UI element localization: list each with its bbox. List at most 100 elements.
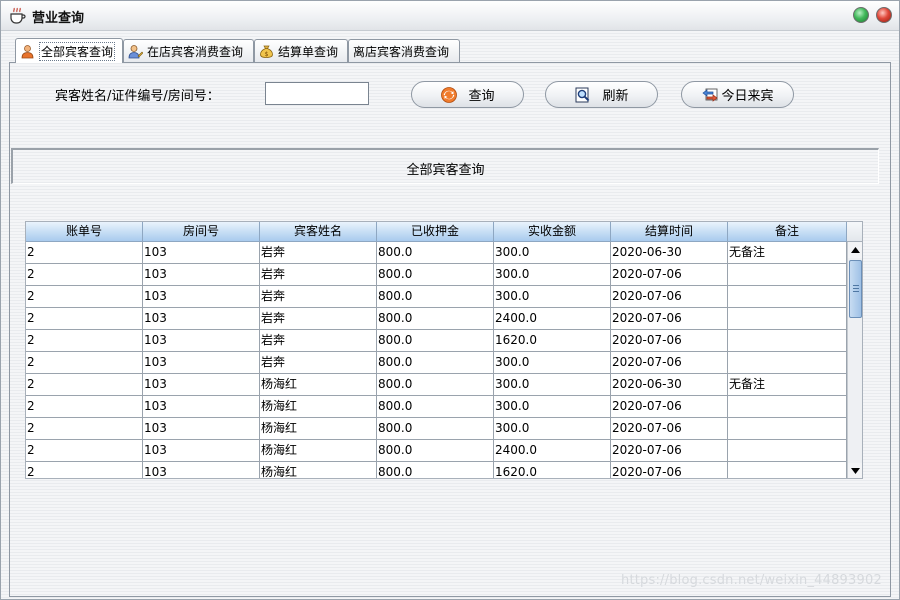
close-button[interactable]: [876, 7, 892, 23]
cell-guest-name[interactable]: 岩奔: [260, 286, 377, 308]
cell-bill-no[interactable]: 2: [26, 352, 143, 374]
cell-remark[interactable]: [728, 286, 847, 308]
cell-guest-name[interactable]: 杨海红: [260, 440, 377, 462]
column-header-settle-time[interactable]: 结算时间: [611, 222, 728, 242]
search-input[interactable]: [265, 82, 369, 105]
cell-room-no[interactable]: 103: [143, 264, 260, 286]
refresh-button[interactable]: 刷新: [545, 81, 658, 108]
column-header-deposit[interactable]: 已收押金: [377, 222, 494, 242]
table-row[interactable]: 2 103 岩奔 800.0 300.0 2020-07-06: [26, 352, 847, 374]
cell-room-no[interactable]: 103: [143, 330, 260, 352]
table-row[interactable]: 2 103 岩奔 800.0 300.0 2020-06-30 无备注: [26, 242, 847, 264]
cell-settle-time[interactable]: 2020-07-06: [611, 440, 728, 462]
cell-remark[interactable]: [728, 264, 847, 286]
cell-guest-name[interactable]: 杨海红: [260, 418, 377, 440]
cell-guest-name[interactable]: 岩奔: [260, 330, 377, 352]
cell-settle-time[interactable]: 2020-07-06: [611, 462, 728, 478]
cell-remark[interactable]: [728, 352, 847, 374]
cell-bill-no[interactable]: 2: [26, 440, 143, 462]
cell-deposit[interactable]: 800.0: [377, 396, 494, 418]
cell-amount-received[interactable]: 300.0: [494, 396, 611, 418]
cell-remark[interactable]: [728, 330, 847, 352]
cell-remark[interactable]: 无备注: [728, 374, 847, 396]
table-row[interactable]: 2 103 杨海红 800.0 300.0 2020-07-06: [26, 396, 847, 418]
cell-settle-time[interactable]: 2020-07-06: [611, 308, 728, 330]
column-header-bill-no[interactable]: 账单号: [26, 222, 143, 242]
cell-remark[interactable]: [728, 418, 847, 440]
column-header-guest-name[interactable]: 宾客姓名: [260, 222, 377, 242]
cell-guest-name[interactable]: 杨海红: [260, 374, 377, 396]
cell-amount-received[interactable]: 300.0: [494, 286, 611, 308]
tab-settlement[interactable]: $ 结算单查询: [254, 39, 348, 62]
cell-bill-no[interactable]: 2: [26, 308, 143, 330]
cell-deposit[interactable]: 800.0: [377, 418, 494, 440]
cell-amount-received[interactable]: 300.0: [494, 418, 611, 440]
cell-amount-received[interactable]: 1620.0: [494, 330, 611, 352]
scroll-thumb[interactable]: [849, 260, 862, 318]
cell-remark[interactable]: [728, 462, 847, 478]
table-row[interactable]: 2 103 杨海红 800.0 2400.0 2020-07-06: [26, 440, 847, 462]
cell-guest-name[interactable]: 杨海红: [260, 462, 377, 478]
cell-deposit[interactable]: 800.0: [377, 462, 494, 478]
table-row[interactable]: 2 103 岩奔 800.0 300.0 2020-07-06: [26, 286, 847, 308]
table-row[interactable]: 2 103 杨海红 800.0 1620.0 2020-07-06: [26, 462, 847, 478]
query-button[interactable]: 查询: [411, 81, 524, 108]
vertical-scrollbar[interactable]: [847, 242, 862, 478]
cell-deposit[interactable]: 800.0: [377, 352, 494, 374]
cell-settle-time[interactable]: 2020-07-06: [611, 286, 728, 308]
cell-guest-name[interactable]: 岩奔: [260, 242, 377, 264]
cell-guest-name[interactable]: 岩奔: [260, 352, 377, 374]
cell-guest-name[interactable]: 岩奔: [260, 308, 377, 330]
cell-amount-received[interactable]: 300.0: [494, 374, 611, 396]
cell-amount-received[interactable]: 2400.0: [494, 440, 611, 462]
cell-guest-name[interactable]: 岩奔: [260, 264, 377, 286]
cell-room-no[interactable]: 103: [143, 396, 260, 418]
cell-room-no[interactable]: 103: [143, 440, 260, 462]
cell-amount-received[interactable]: 1620.0: [494, 462, 611, 478]
scroll-down-button[interactable]: [848, 463, 862, 478]
tab-departed-consumption[interactable]: 离店宾客消费查询: [348, 39, 460, 62]
cell-bill-no[interactable]: 2: [26, 374, 143, 396]
column-header-room-no[interactable]: 房间号: [143, 222, 260, 242]
cell-remark[interactable]: [728, 308, 847, 330]
cell-settle-time[interactable]: 2020-06-30: [611, 242, 728, 264]
cell-room-no[interactable]: 103: [143, 352, 260, 374]
cell-remark[interactable]: [728, 396, 847, 418]
title-bar[interactable]: 营业查询: [1, 1, 899, 31]
cell-deposit[interactable]: 800.0: [377, 330, 494, 352]
column-header-amount-received[interactable]: 实收金额: [494, 222, 611, 242]
cell-room-no[interactable]: 103: [143, 418, 260, 440]
cell-settle-time[interactable]: 2020-07-06: [611, 330, 728, 352]
cell-bill-no[interactable]: 2: [26, 286, 143, 308]
cell-remark[interactable]: 无备注: [728, 242, 847, 264]
cell-bill-no[interactable]: 2: [26, 330, 143, 352]
cell-guest-name[interactable]: 杨海红: [260, 396, 377, 418]
cell-bill-no[interactable]: 2: [26, 462, 143, 478]
tab-in-house-consumption[interactable]: 在店宾客消费查询: [123, 39, 254, 62]
cell-remark[interactable]: [728, 440, 847, 462]
minimize-button[interactable]: [853, 7, 869, 23]
scroll-up-button[interactable]: [848, 242, 862, 258]
cell-room-no[interactable]: 103: [143, 462, 260, 478]
cell-amount-received[interactable]: 300.0: [494, 242, 611, 264]
cell-settle-time[interactable]: 2020-07-06: [611, 418, 728, 440]
cell-deposit[interactable]: 800.0: [377, 286, 494, 308]
cell-deposit[interactable]: 800.0: [377, 242, 494, 264]
cell-bill-no[interactable]: 2: [26, 264, 143, 286]
table-row[interactable]: 2 103 杨海红 800.0 300.0 2020-06-30 无备注: [26, 374, 847, 396]
cell-deposit[interactable]: 800.0: [377, 374, 494, 396]
cell-amount-received[interactable]: 2400.0: [494, 308, 611, 330]
cell-deposit[interactable]: 800.0: [377, 308, 494, 330]
cell-bill-no[interactable]: 2: [26, 396, 143, 418]
cell-settle-time[interactable]: 2020-07-06: [611, 352, 728, 374]
today-guests-button[interactable]: 今日来宾: [681, 81, 794, 108]
cell-amount-received[interactable]: 300.0: [494, 352, 611, 374]
cell-bill-no[interactable]: 2: [26, 242, 143, 264]
cell-deposit[interactable]: 800.0: [377, 440, 494, 462]
column-header-remark[interactable]: 备注: [728, 222, 847, 242]
cell-room-no[interactable]: 103: [143, 286, 260, 308]
cell-amount-received[interactable]: 300.0: [494, 264, 611, 286]
cell-room-no[interactable]: 103: [143, 308, 260, 330]
tab-all-guests[interactable]: 全部宾客查询: [15, 38, 123, 63]
cell-room-no[interactable]: 103: [143, 374, 260, 396]
